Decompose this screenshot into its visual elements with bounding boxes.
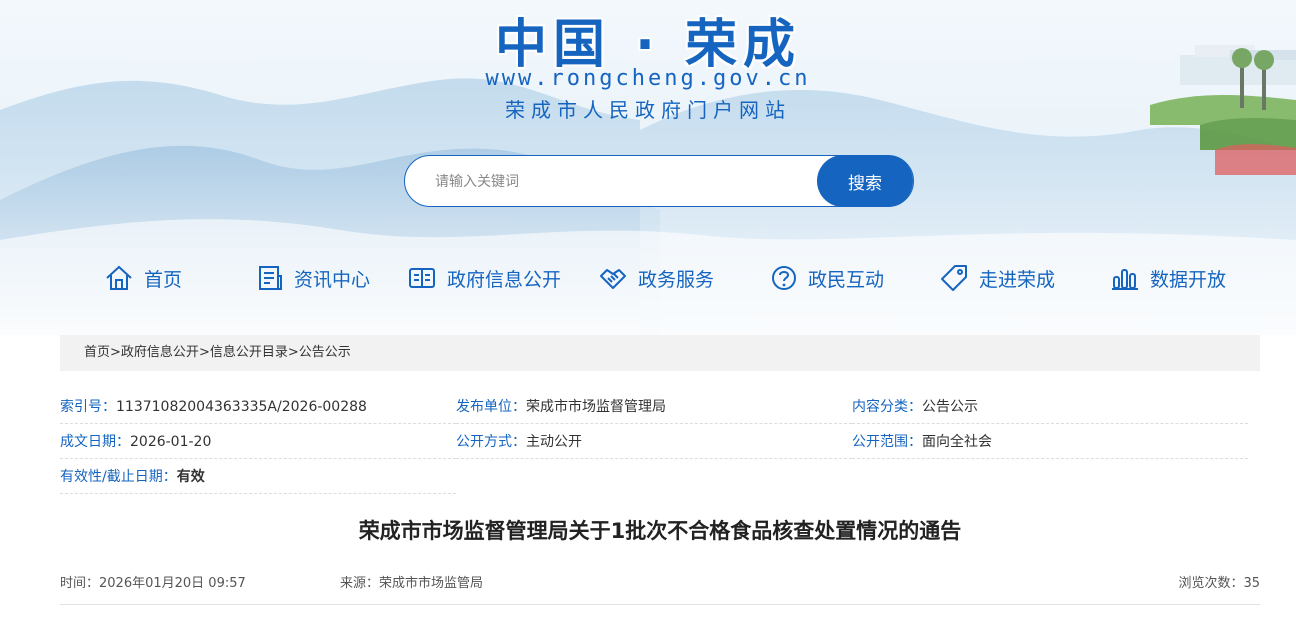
meta-publisher: 发布单位：荣成市市场监督管理局 [456,390,852,424]
main-nav: 首页 资讯中心 政府信息公开 政务服务 政民互动 走进荣成 数据开放 [100,258,1250,298]
nav-label: 首页 [144,268,183,291]
book-icon [409,268,435,288]
nav-item-news[interactable]: 资讯中心 [256,258,370,298]
home-icon [106,265,132,290]
handshake-icon [600,269,626,289]
view-count: 浏览次数：35 [1178,576,1260,591]
nav-label: 政务服务 [638,268,715,291]
nav-label: 走进荣成 [979,268,1056,291]
site-subtitle: 荣成市人民政府门户网站 [505,98,791,122]
nav-label: 资讯中心 [294,268,371,291]
nav-label: 政民互动 [808,268,885,291]
meta-open-scope: 公开范围：面向全社会 [852,425,1248,459]
meta-open-mode: 公开方式：主动公开 [456,425,852,459]
nav-item-about[interactable]: 走进荣成 [939,258,1055,298]
site-url: www.rongcheng.gov.cn [485,66,811,91]
article-source: 来源：荣成市市场监管局 [340,576,484,591]
bar-chart-icon [1112,269,1138,290]
breadcrumb-separator: > [287,345,299,360]
tag-icon [941,265,967,291]
nav-item-home[interactable]: 首页 [104,258,182,298]
breadcrumb: 首页>政府信息公开>信息公开目录>公告公示 [60,335,1260,371]
nav-label: 数据开放 [1150,268,1227,291]
meta-date: 成文日期：2026-01-20 [60,425,456,459]
meta-category: 内容分类：公告公示 [852,390,1248,424]
nav-label: 政府信息公开 [447,268,562,291]
header-banner: 中国 · 荣成 www.rongcheng.gov.cn 荣成市人民政府门户网站… [0,0,1296,335]
search-button[interactable]: 搜索 [817,155,913,207]
article-title: 荣成市市场监督管理局关于1批次不合格食品核查处置情况的通告 [358,519,962,543]
meta-validity: 有效性/截止日期：有效 [60,460,456,494]
breadcrumb-separator: > [110,345,121,360]
news-icon [259,266,282,290]
breadcrumb-gov-info[interactable]: 政府信息公开 [121,345,199,360]
question-icon [772,266,796,290]
search-input[interactable] [433,168,807,196]
article-info-bar: 时间：2026年01月20日 09:57 来源：荣成市市场监管局 浏览次数：35 [60,570,1260,605]
breadcrumb-separator: > [198,345,210,360]
breadcrumb-notices[interactable]: 公告公示 [299,345,351,360]
meta-index-no: 索引号：11371082004363335A/2026-00288 [60,390,456,424]
breadcrumb-catalog[interactable]: 信息公开目录 [210,345,288,360]
publish-time: 时间：2026年01月20日 09:57 [60,576,246,591]
nav-item-gov-info[interactable]: 政府信息公开 [407,258,561,298]
search-box: 搜索 [404,155,914,207]
nav-item-interaction[interactable]: 政民互动 [770,258,884,298]
nav-item-services[interactable]: 政务服务 [598,258,714,298]
breadcrumb-home[interactable]: 首页 [84,345,110,360]
nav-item-open-data[interactable]: 数据开放 [1110,258,1226,298]
